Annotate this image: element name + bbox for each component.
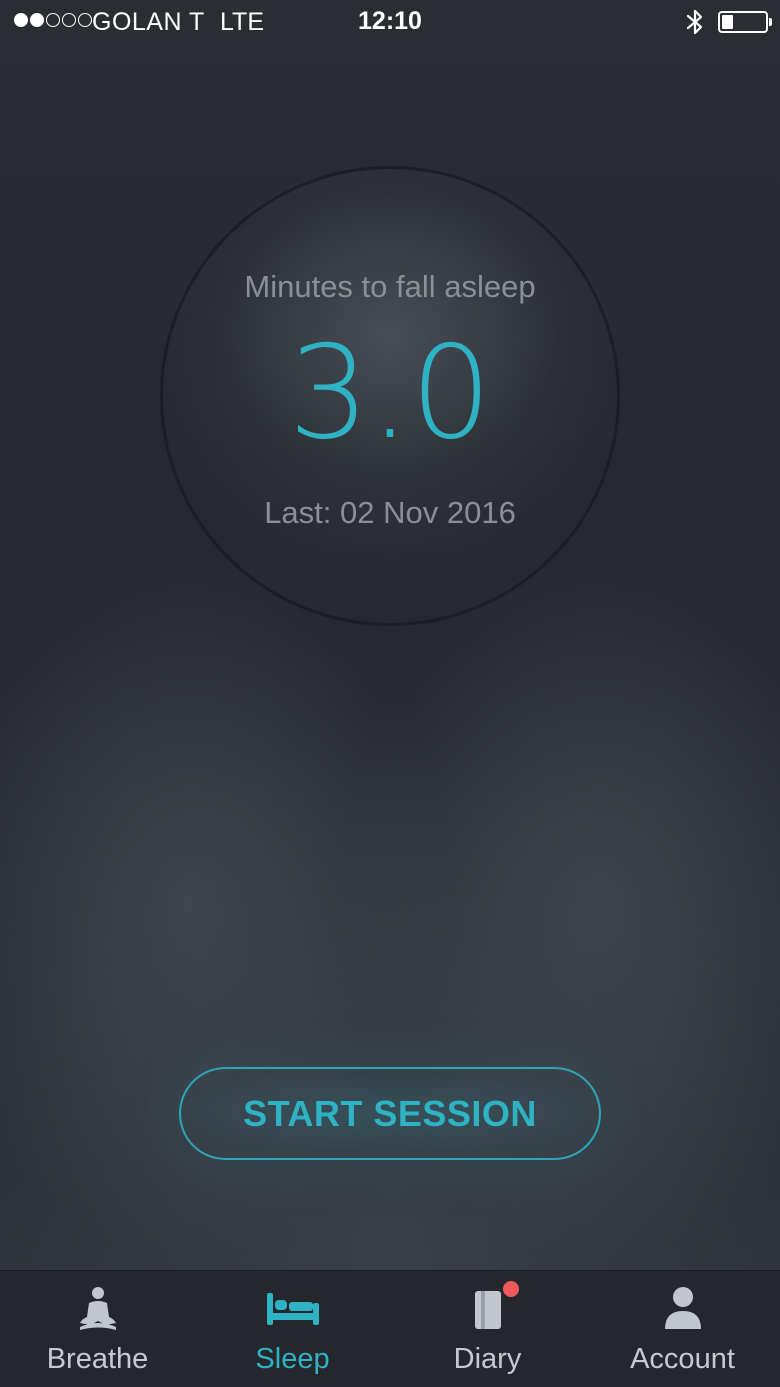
bed-icon [266, 1293, 319, 1325]
tab-breathe-label: Breathe [46, 1343, 149, 1375]
minutes-to-sleep-value: 3.0 [288, 319, 492, 468]
start-session-button[interactable]: START SESSION [179, 1067, 601, 1160]
diary-notification-badge [503, 1281, 519, 1297]
tab-account-label: Account [630, 1343, 735, 1375]
sleep-screen: GOLAN T LTE 12:10 Minutes to fall asleep… [0, 0, 780, 1387]
tab-breathe[interactable]: Breathe [0, 1271, 195, 1387]
meditation-icon [79, 1287, 116, 1330]
diary-icon [474, 1291, 501, 1329]
tab-bar: Breathe Sleep Diary Account [0, 1270, 780, 1387]
tab-sleep-label: Sleep [255, 1343, 330, 1375]
person-icon [664, 1287, 701, 1329]
tab-diary[interactable]: Diary [390, 1271, 585, 1387]
bluetooth-icon [686, 9, 703, 35]
battery-level [722, 15, 733, 29]
tab-sleep[interactable]: Sleep [195, 1271, 390, 1387]
last-session-date: Last: 02 Nov 2016 [264, 495, 516, 530]
status-time: 12:10 [358, 7, 422, 35]
tab-account[interactable]: Account [585, 1271, 780, 1387]
tab-diary-label: Diary [453, 1343, 522, 1375]
status-bar: GOLAN T LTE 12:10 [0, 0, 780, 44]
battery-icon [718, 11, 772, 33]
dial-label: Minutes to fall asleep [244, 269, 536, 304]
sleep-latency-dial: Minutes to fall asleep 3.0 Last: 02 Nov … [160, 166, 620, 626]
